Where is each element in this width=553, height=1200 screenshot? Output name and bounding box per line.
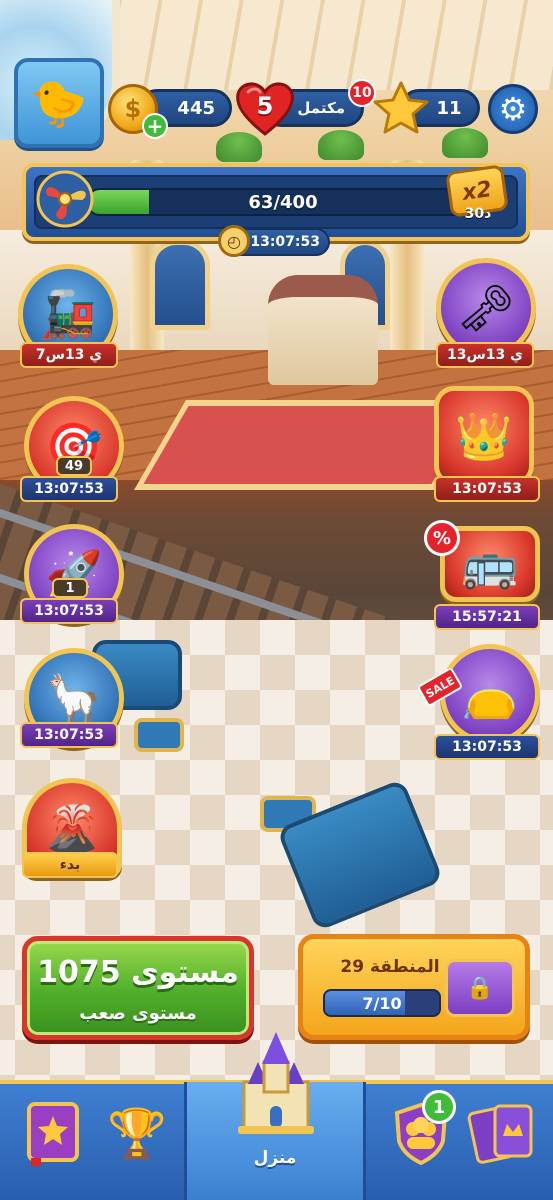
volcano-start-label: بدء xyxy=(22,852,118,878)
trophy-icon: 🏆 xyxy=(107,1105,167,1162)
lives-status: مكتمل xyxy=(297,99,345,117)
footstool xyxy=(134,718,184,752)
volcano-icon: 🌋 xyxy=(43,800,101,855)
area-progress-button[interactable]: المنطقة 29 7/10 🔒 xyxy=(298,934,530,1040)
nav-leaderboard-tab[interactable]: 🏆 xyxy=(96,1092,178,1174)
nav-cards-tab[interactable] xyxy=(462,1092,544,1174)
treasure-bag-timer: 13:07:53 xyxy=(434,734,540,760)
crown-icon: 👑 xyxy=(455,408,513,463)
red-bus-icon: 🚌 xyxy=(461,536,519,591)
treasure-chest-icon: 🔒 xyxy=(445,959,515,1017)
toy-train-icon: 🚂 xyxy=(39,286,97,341)
star-icon xyxy=(373,81,429,134)
crown-event-timer: 13:07:53 xyxy=(434,476,540,502)
lives-value: 5 xyxy=(256,92,274,120)
rocket-event-timer: 13:07:53 xyxy=(20,598,118,624)
area-progress-text: 7/10 xyxy=(362,993,402,1013)
cards-icon xyxy=(467,1104,533,1164)
coins-value: 445 xyxy=(177,97,215,119)
target-count-badge: 49 xyxy=(56,456,92,476)
plant xyxy=(442,128,488,158)
pinata-event-timer: 13:07:53 xyxy=(20,722,118,748)
level-difficulty: مستوى صعب xyxy=(79,1003,197,1024)
double-points-time: 30د xyxy=(464,206,492,222)
player-avatar[interactable]: 🐤 xyxy=(14,58,104,148)
add-coins-button[interactable]: + xyxy=(142,113,168,139)
target-event-timer: 13:07:53 xyxy=(20,476,118,502)
discount-badge: % xyxy=(424,520,460,556)
key-event-timer: 13ي 13س xyxy=(436,342,534,368)
golden-key-icon: 🗝 xyxy=(456,280,516,335)
crown-event-button[interactable]: 👑 xyxy=(434,386,534,486)
pinata-icon: 🦙 xyxy=(45,670,103,725)
treasure-bag-icon: 👝 xyxy=(461,666,519,721)
play-level-button[interactable]: مستوى 1075 مستوى صعب xyxy=(22,936,254,1040)
rocket-count-badge: 1 xyxy=(52,578,88,598)
rubber-duck-icon: 🐤 xyxy=(30,76,88,130)
clock-icon: ◴ xyxy=(218,225,250,257)
nav-collection-tab[interactable] xyxy=(12,1092,94,1174)
plant xyxy=(216,132,262,162)
stars-value: 11 xyxy=(436,97,462,119)
area-title: المنطقة 29 xyxy=(340,957,440,977)
star-book-icon xyxy=(27,1102,79,1166)
train-event-timer: 7ي 13س xyxy=(20,342,118,368)
level-title: مستوى 1075 xyxy=(37,955,239,990)
propeller-icon xyxy=(36,170,94,228)
team-notification-badge: 1 xyxy=(422,1090,456,1124)
nav-home-label: منزل xyxy=(253,1148,297,1168)
nav-home-button[interactable] xyxy=(234,1026,318,1136)
settings-gear-button[interactable]: ⚙ xyxy=(488,84,538,134)
gear-icon: ⚙ xyxy=(498,90,528,128)
season-timer-value: 13:07:53 xyxy=(250,234,320,250)
castle-icon xyxy=(238,1032,314,1134)
plant xyxy=(318,130,364,160)
treasure-bag-offer-button[interactable]: 👝 xyxy=(440,644,540,744)
season-progress-text: 63/400 xyxy=(248,191,318,213)
kiosk xyxy=(268,275,378,385)
blue-door xyxy=(150,240,210,330)
bus-offer-timer: 15:57:21 xyxy=(434,604,540,630)
